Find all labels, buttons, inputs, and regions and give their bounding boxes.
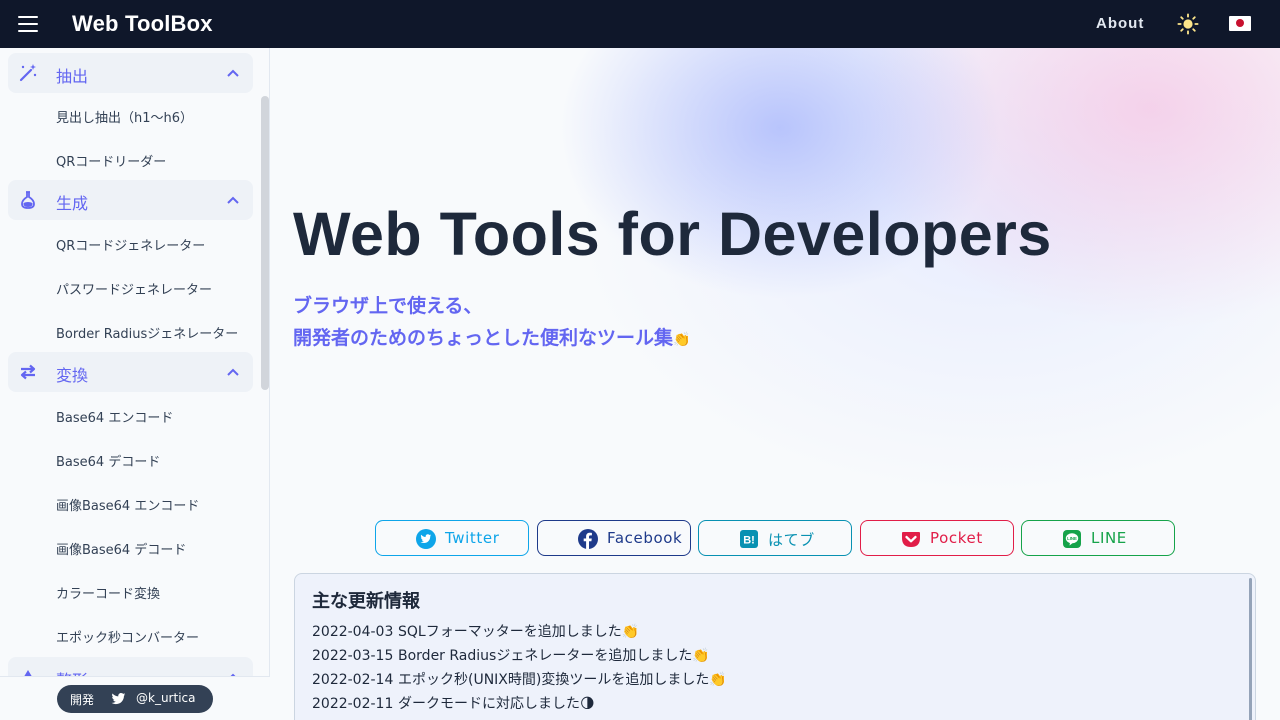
news-text: ダークモードに対応しました: [398, 696, 580, 712]
clap-icon: 👏: [692, 648, 710, 664]
developer-label: 開発: [70, 693, 95, 707]
update-news-panel: 主な更新情報 2022-04-03 SQLフォーマッターを追加しました👏 2022…: [294, 573, 1256, 720]
sidebar-item-image-base64-encode[interactable]: 画像Base64 エンコード: [56, 495, 199, 514]
share-label: Twitter: [445, 529, 500, 547]
news-item: 2022-03-15 Border Radiusジェネレーターを追加しました👏: [312, 645, 710, 665]
hatena-icon: B!: [740, 530, 758, 548]
sidebar-category-label: 生成: [56, 194, 89, 213]
hero-title: Web Tools for Developers: [293, 200, 1052, 268]
share-twitter-button[interactable]: Twitter: [375, 520, 529, 556]
news-item: 2022-04-03 SQLフォーマッターを追加しました👏: [312, 621, 639, 641]
main-content: Web Tools for Developers ブラウザ上で使える、 開発者の…: [270, 48, 1280, 720]
sidebar-footer: 開発 @k_urtica: [0, 676, 270, 720]
svg-text:B!: B!: [743, 535, 755, 547]
news-text: SQLフォーマッターを追加しました: [398, 624, 622, 640]
sidebar-item-heading-extract[interactable]: 見出し抽出（h1〜h6）: [56, 107, 193, 126]
developer-handle: @k_urtica: [136, 691, 196, 705]
sidebar-category-extract[interactable]: 抽出: [8, 53, 253, 93]
sidebar-category-label: 抽出: [56, 67, 89, 86]
flask-icon: [21, 191, 35, 209]
sun-icon[interactable]: [1177, 13, 1199, 35]
news-item: 2022-02-11 ダークモードに対応しました🌗: [312, 693, 595, 713]
hero-subtitle-line1: ブラウザ上で使える、: [293, 295, 483, 317]
share-label: LINE: [1091, 529, 1127, 547]
sidebar-category-label: 変換: [56, 366, 89, 385]
clap-icon: 👏: [621, 624, 640, 640]
news-text: エポック秒(UNIX時間)変換ツールを追加しました: [398, 672, 710, 688]
sidebar-item-base64-decode[interactable]: Base64 デコード: [56, 451, 160, 470]
share-pocket-button[interactable]: Pocket: [860, 520, 1014, 556]
news-date: 2022-02-14: [312, 672, 394, 688]
clap-icon: 👏: [673, 332, 691, 348]
sidebar-item-qr-reader[interactable]: QRコードリーダー: [56, 151, 166, 170]
sidebar-scrollbar[interactable]: [261, 96, 269, 390]
twitter-icon: [111, 692, 126, 705]
sidebar-item-base64-encode[interactable]: Base64 エンコード: [56, 407, 173, 426]
clap-icon: 👏: [709, 672, 727, 688]
share-line-button[interactable]: LINE LINE: [1021, 520, 1175, 556]
chevron-up-icon: [227, 368, 239, 376]
half-moon-icon: 🌗: [580, 696, 595, 712]
sidebar-category-generate[interactable]: 生成: [8, 180, 253, 220]
news-title: 主な更新情報: [312, 591, 420, 612]
app-header: Web ToolBox About: [0, 0, 1280, 48]
svg-text:LINE: LINE: [1067, 536, 1077, 541]
news-date: 2022-04-03: [312, 624, 394, 640]
news-text: Border Radiusジェネレーターを追加しました: [398, 648, 693, 664]
magic-wand-icon: [19, 64, 37, 82]
sidebar-item-epoch-converter[interactable]: エポック秒コンバーター: [56, 627, 199, 646]
share-label: Pocket: [930, 529, 983, 547]
line-icon: LINE: [1063, 530, 1081, 548]
chevron-up-icon: [227, 69, 239, 77]
share-label: Facebook: [607, 529, 683, 547]
news-date: 2022-02-11: [312, 696, 394, 712]
hero-subtitle-line2: 開発者のためのちょっとした便利なツール集👏: [293, 323, 690, 350]
swap-icon: [20, 364, 36, 380]
sidebar: 抽出 見出し抽出（h1〜h6） QRコードリーダー 生成 QRコードジェネレータ…: [0, 48, 270, 720]
hero-background: [270, 48, 1280, 518]
menu-icon[interactable]: [18, 16, 38, 32]
news-date: 2022-03-15: [312, 648, 394, 664]
app-title[interactable]: Web ToolBox: [72, 11, 213, 37]
news-scrollbar[interactable]: [1249, 578, 1252, 720]
news-item: 2022-02-14 エポック秒(UNIX時間)変換ツールを追加しました👏: [312, 669, 727, 689]
chevron-up-icon: [227, 196, 239, 204]
developer-badge[interactable]: 開発 @k_urtica: [57, 685, 213, 713]
pocket-icon: [902, 532, 920, 547]
hero-subtitle-text: 開発者のためのちょっとした便利なツール集: [293, 327, 674, 349]
sidebar-item-image-base64-decode[interactable]: 画像Base64 デコード: [56, 539, 186, 558]
sidebar-category-convert[interactable]: 変換: [8, 352, 253, 392]
share-hatena-button[interactable]: B! はてブ: [698, 520, 852, 556]
share-facebook-button[interactable]: Facebook: [537, 520, 691, 556]
facebook-icon: [578, 529, 598, 549]
sidebar-item-password-generator[interactable]: パスワードジェネレーター: [56, 279, 212, 298]
about-link[interactable]: About: [1096, 15, 1144, 32]
sidebar-item-border-radius-generator[interactable]: Border Radiusジェネレーター: [56, 323, 238, 342]
twitter-icon: [416, 529, 436, 549]
sidebar-item-qr-generator[interactable]: QRコードジェネレーター: [56, 235, 205, 254]
share-label: はてブ: [768, 531, 815, 549]
sidebar-item-color-code-convert[interactable]: カラーコード変換: [56, 583, 160, 602]
japan-flag-icon[interactable]: [1229, 16, 1251, 31]
